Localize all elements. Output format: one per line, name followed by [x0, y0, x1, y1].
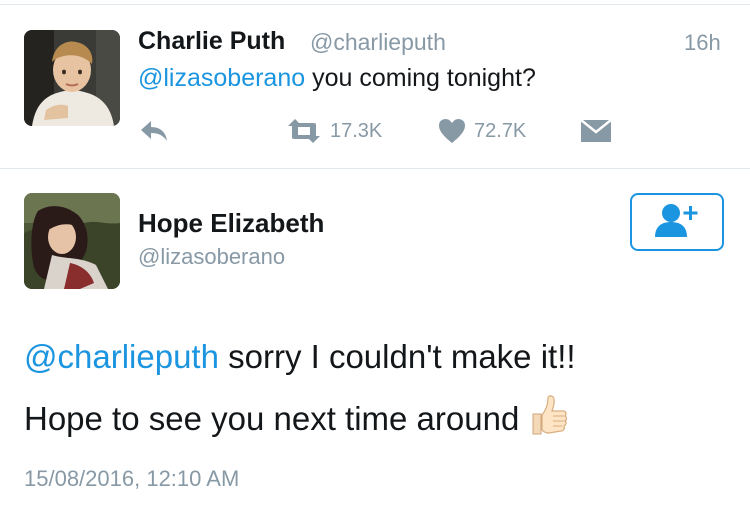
retweet-button[interactable]: 17.3K: [286, 118, 382, 144]
like-count: 72.7K: [474, 119, 527, 142]
main-author-handle[interactable]: @lizasoberano: [138, 244, 285, 270]
tweet-divider: [0, 168, 750, 169]
tweet-timestamp[interactable]: 15/08/2016, 12:10 AM: [24, 466, 239, 492]
retweet-count: 17.3K: [330, 119, 383, 142]
main-author-name[interactable]: Hope Elizabeth: [138, 208, 324, 239]
follow-user-icon: [654, 202, 700, 243]
main-mention-link[interactable]: @charlieputh: [24, 338, 219, 375]
thumbs-up-icon: [529, 394, 569, 444]
main-body-line-2: Hope to see you next time around: [24, 400, 520, 437]
reply-mention-link[interactable]: @lizasoberano: [138, 64, 305, 92]
heart-icon: [438, 118, 466, 144]
reply-button[interactable]: [138, 118, 170, 144]
reply-icon: [138, 118, 170, 144]
reply-author-handle[interactable]: @charlieputh: [310, 29, 446, 56]
reply-body: you coming tonight?: [305, 64, 536, 92]
retweet-icon: [286, 118, 322, 144]
follow-button[interactable]: [630, 193, 724, 251]
main-text-line-2: Hope to see you next time around: [24, 394, 569, 444]
reply-author-name[interactable]: Charlie Puth: [138, 27, 285, 56]
top-divider: [0, 4, 750, 5]
main-body-line-1: sorry I couldn't make it!!: [218, 338, 576, 375]
main-text-line-1: @charlieputh sorry I couldn't make it!!: [24, 338, 576, 376]
envelope-icon: [580, 119, 612, 143]
like-button[interactable]: 72.7K: [438, 118, 526, 144]
reply-text: @lizasoberano you coming tonight?: [138, 64, 536, 93]
direct-message-button[interactable]: [580, 119, 612, 143]
hope-elizabeth-avatar[interactable]: [24, 193, 120, 289]
reply-time: 16h: [684, 30, 721, 55]
charlie-puth-avatar[interactable]: [24, 30, 120, 126]
